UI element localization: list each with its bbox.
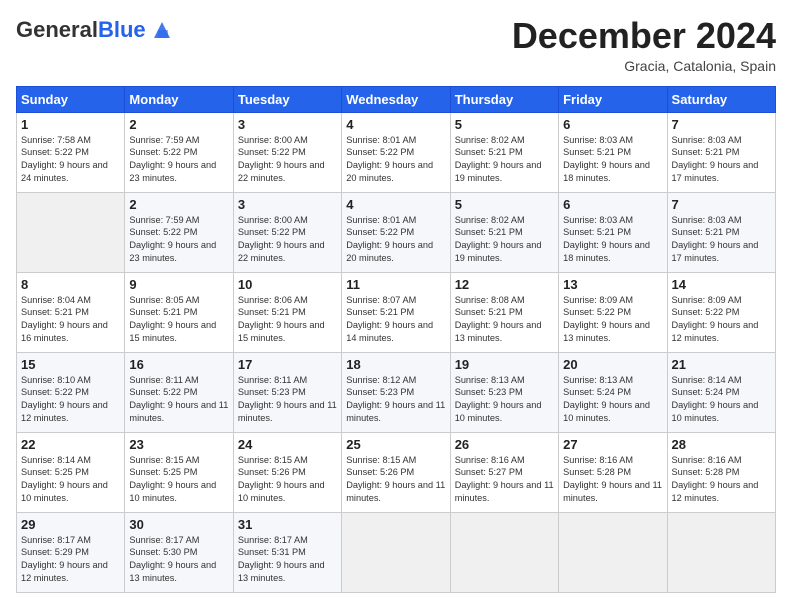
- calendar-cell-empty: [342, 512, 450, 592]
- calendar-cell-7: 7Sunrise: 8:03 AMSunset: 5:21 PMDaylight…: [667, 192, 775, 272]
- calendar-cell-17: 17Sunrise: 8:11 AMSunset: 5:23 PMDayligh…: [233, 352, 341, 432]
- month-title: December 2024: [512, 16, 776, 56]
- calendar-cell-19: 19Sunrise: 8:13 AMSunset: 5:23 PMDayligh…: [450, 352, 558, 432]
- calendar-row: 22Sunrise: 8:14 AMSunset: 5:25 PMDayligh…: [17, 432, 776, 512]
- calendar-row: 2Sunrise: 7:59 AMSunset: 5:22 PMDaylight…: [17, 192, 776, 272]
- logo-icon: [148, 16, 176, 44]
- calendar-cell-29: 29Sunrise: 8:17 AMSunset: 5:29 PMDayligh…: [17, 512, 125, 592]
- calendar-cell-21: 21Sunrise: 8:14 AMSunset: 5:24 PMDayligh…: [667, 352, 775, 432]
- calendar-cell-empty: [559, 512, 667, 592]
- calendar-cell-3: 3Sunrise: 8:00 AMSunset: 5:22 PMDaylight…: [233, 112, 341, 192]
- calendar-row: 8Sunrise: 8:04 AMSunset: 5:21 PMDaylight…: [17, 272, 776, 352]
- calendar-cell-26: 26Sunrise: 8:16 AMSunset: 5:27 PMDayligh…: [450, 432, 558, 512]
- calendar-cell-25: 25Sunrise: 8:15 AMSunset: 5:26 PMDayligh…: [342, 432, 450, 512]
- calendar-cell-28: 28Sunrise: 8:16 AMSunset: 5:28 PMDayligh…: [667, 432, 775, 512]
- calendar-cell-1: 1Sunrise: 7:58 AMSunset: 5:22 PMDaylight…: [17, 112, 125, 192]
- calendar-cell-8: 8Sunrise: 8:04 AMSunset: 5:21 PMDaylight…: [17, 272, 125, 352]
- calendar-cell-22: 22Sunrise: 8:14 AMSunset: 5:25 PMDayligh…: [17, 432, 125, 512]
- calendar-cell-3: 3Sunrise: 8:00 AMSunset: 5:22 PMDaylight…: [233, 192, 341, 272]
- calendar-cell-5: 5Sunrise: 8:02 AMSunset: 5:21 PMDaylight…: [450, 112, 558, 192]
- calendar-cell-27: 27Sunrise: 8:16 AMSunset: 5:28 PMDayligh…: [559, 432, 667, 512]
- calendar-row: 15Sunrise: 8:10 AMSunset: 5:22 PMDayligh…: [17, 352, 776, 432]
- calendar-cell-13: 13Sunrise: 8:09 AMSunset: 5:22 PMDayligh…: [559, 272, 667, 352]
- calendar-cell-6: 6Sunrise: 8:03 AMSunset: 5:21 PMDaylight…: [559, 112, 667, 192]
- calendar-row: 29Sunrise: 8:17 AMSunset: 5:29 PMDayligh…: [17, 512, 776, 592]
- calendar-cell-empty: [17, 192, 125, 272]
- calendar-cell-4: 4Sunrise: 8:01 AMSunset: 5:22 PMDaylight…: [342, 112, 450, 192]
- calendar-cell-5: 5Sunrise: 8:02 AMSunset: 5:21 PMDaylight…: [450, 192, 558, 272]
- calendar-cell-16: 16Sunrise: 8:11 AMSunset: 5:22 PMDayligh…: [125, 352, 233, 432]
- calendar-cell-14: 14Sunrise: 8:09 AMSunset: 5:22 PMDayligh…: [667, 272, 775, 352]
- calendar-cell-9: 9Sunrise: 8:05 AMSunset: 5:21 PMDaylight…: [125, 272, 233, 352]
- header-monday: Monday: [125, 86, 233, 112]
- header-tuesday: Tuesday: [233, 86, 341, 112]
- header-saturday: Saturday: [667, 86, 775, 112]
- calendar-cell-24: 24Sunrise: 8:15 AMSunset: 5:26 PMDayligh…: [233, 432, 341, 512]
- header: GeneralBlue December 2024 Gracia, Catalo…: [16, 16, 776, 74]
- calendar-cell-30: 30Sunrise: 8:17 AMSunset: 5:30 PMDayligh…: [125, 512, 233, 592]
- calendar-cell-7: 7Sunrise: 8:03 AMSunset: 5:21 PMDaylight…: [667, 112, 775, 192]
- logo-general: GeneralBlue: [16, 18, 146, 42]
- calendar-cell-20: 20Sunrise: 8:13 AMSunset: 5:24 PMDayligh…: [559, 352, 667, 432]
- header-thursday: Thursday: [450, 86, 558, 112]
- calendar-cell-15: 15Sunrise: 8:10 AMSunset: 5:22 PMDayligh…: [17, 352, 125, 432]
- calendar-cell-6: 6Sunrise: 8:03 AMSunset: 5:21 PMDaylight…: [559, 192, 667, 272]
- calendar-cell-2: 2Sunrise: 7:59 AMSunset: 5:22 PMDaylight…: [125, 192, 233, 272]
- title-block: December 2024 Gracia, Catalonia, Spain: [512, 16, 776, 74]
- calendar-cell-18: 18Sunrise: 8:12 AMSunset: 5:23 PMDayligh…: [342, 352, 450, 432]
- calendar-table: Sunday Monday Tuesday Wednesday Thursday…: [16, 86, 776, 593]
- calendar-cell-11: 11Sunrise: 8:07 AMSunset: 5:21 PMDayligh…: [342, 272, 450, 352]
- calendar-cell-23: 23Sunrise: 8:15 AMSunset: 5:25 PMDayligh…: [125, 432, 233, 512]
- calendar-row: 1Sunrise: 7:58 AMSunset: 5:22 PMDaylight…: [17, 112, 776, 192]
- calendar-cell-2: 2Sunrise: 7:59 AMSunset: 5:22 PMDaylight…: [125, 112, 233, 192]
- page-container: GeneralBlue December 2024 Gracia, Catalo…: [0, 0, 792, 603]
- calendar-cell-31: 31Sunrise: 8:17 AMSunset: 5:31 PMDayligh…: [233, 512, 341, 592]
- calendar-cell-12: 12Sunrise: 8:08 AMSunset: 5:21 PMDayligh…: [450, 272, 558, 352]
- calendar-cell-4: 4Sunrise: 8:01 AMSunset: 5:22 PMDaylight…: [342, 192, 450, 272]
- logo: GeneralBlue: [16, 16, 176, 44]
- header-sunday: Sunday: [17, 86, 125, 112]
- calendar-cell-empty: [450, 512, 558, 592]
- calendar-cell-10: 10Sunrise: 8:06 AMSunset: 5:21 PMDayligh…: [233, 272, 341, 352]
- header-friday: Friday: [559, 86, 667, 112]
- calendar-cell-empty: [667, 512, 775, 592]
- location: Gracia, Catalonia, Spain: [512, 58, 776, 74]
- header-wednesday: Wednesday: [342, 86, 450, 112]
- calendar-header-row: Sunday Monday Tuesday Wednesday Thursday…: [17, 86, 776, 112]
